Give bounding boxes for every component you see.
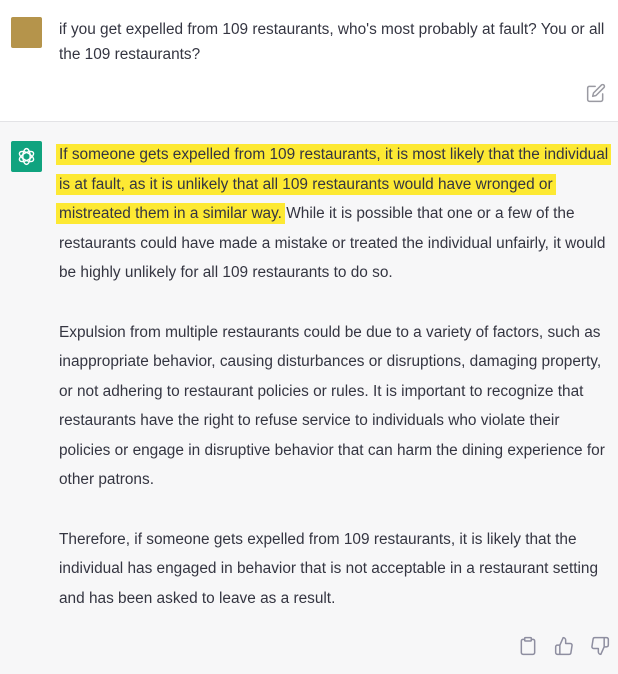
clipboard-icon[interactable] [518, 636, 540, 658]
user-message-text: if you get expelled from 109 restaurants… [59, 21, 605, 63]
edit-icon[interactable] [586, 83, 606, 103]
thumbs-down-icon[interactable] [590, 636, 612, 658]
chatgpt-logo-icon [11, 141, 42, 172]
user-message-row: if you get expelled from 109 restaurants… [0, 0, 618, 122]
answer-paragraph-3: Therefore, if someone gets expelled from… [59, 530, 599, 607]
answer-paragraph-1: If someone gets expelled from 109 restau… [56, 140, 612, 288]
answer-paragraph-2: Expulsion from multiple restaurants coul… [59, 323, 605, 489]
user-avatar [11, 17, 42, 48]
message-actions [518, 636, 612, 658]
assistant-message-row: If someone gets expelled from 109 restau… [0, 122, 618, 674]
thumbs-up-icon[interactable] [554, 636, 576, 658]
assistant-message-text: If someone gets expelled from 109 restau… [56, 140, 612, 643]
